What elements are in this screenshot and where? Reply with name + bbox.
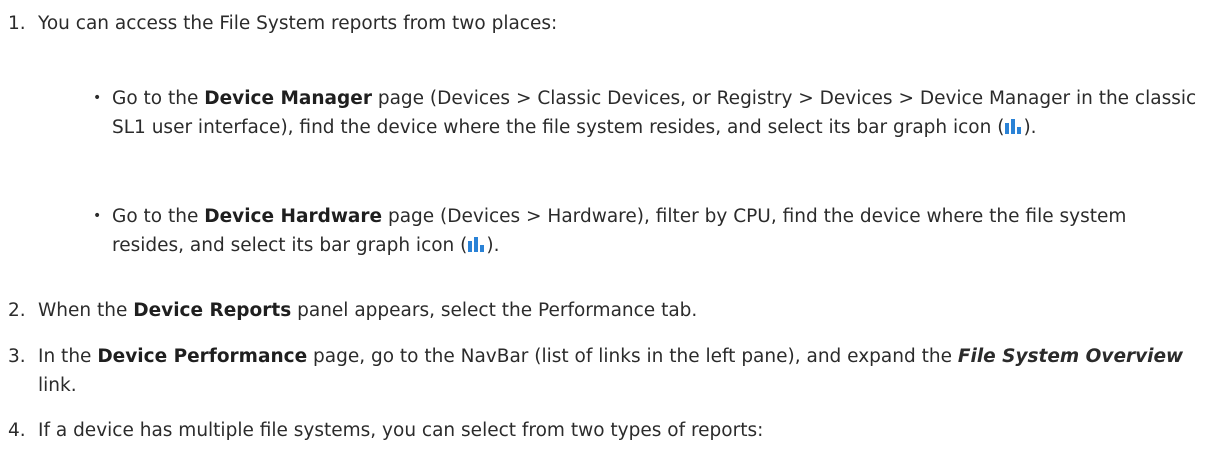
step-text-pre: When the [38, 300, 134, 321]
step-text-post: link. [38, 375, 77, 396]
document-body: 1. You can access the File System report… [0, 0, 1223, 456]
device-hardware-link-text: Device Hardware [204, 206, 383, 227]
device-manager-link-text: Device Manager [204, 88, 372, 109]
step-text-mid: page, go to the NavBar (list of links in… [307, 346, 958, 367]
bullet-text-pre: Go to the [112, 88, 205, 109]
step-text: When the Device Reports panel appears, s… [38, 296, 697, 325]
step-number: 1. [8, 13, 26, 34]
bullet-text-pre: Go to the [112, 206, 205, 227]
step-number: 3. [8, 346, 26, 367]
step-text: In the Device Performance page, go to th… [38, 342, 1188, 400]
file-system-overview-link-text: File System Overview [957, 346, 1184, 367]
step-number: 4. [8, 420, 26, 441]
step-text: You can access the File System reports f… [38, 13, 558, 34]
bullet-dot: • [93, 90, 102, 106]
device-reports-text: Device Reports [133, 300, 292, 321]
bullet-text-end: ). [1023, 117, 1037, 138]
device-performance-text: Device Performance [97, 346, 308, 367]
step-number: 2. [8, 300, 26, 321]
bullet-text: Go to the Device Hardware page (Devices … [112, 202, 1202, 260]
bar-graph-icon [1005, 119, 1022, 134]
bullet-text-end: ). [486, 235, 500, 256]
step-text: If a device has multiple file systems, y… [38, 420, 764, 441]
step-text-pre: In the [38, 346, 98, 367]
step-text-post: panel appears, select the Performance ta… [291, 300, 698, 321]
bullet-text: Go to the Device Manager page (Devices >… [112, 84, 1202, 142]
bullet-dot: • [93, 208, 102, 224]
bar-graph-icon [468, 237, 485, 252]
